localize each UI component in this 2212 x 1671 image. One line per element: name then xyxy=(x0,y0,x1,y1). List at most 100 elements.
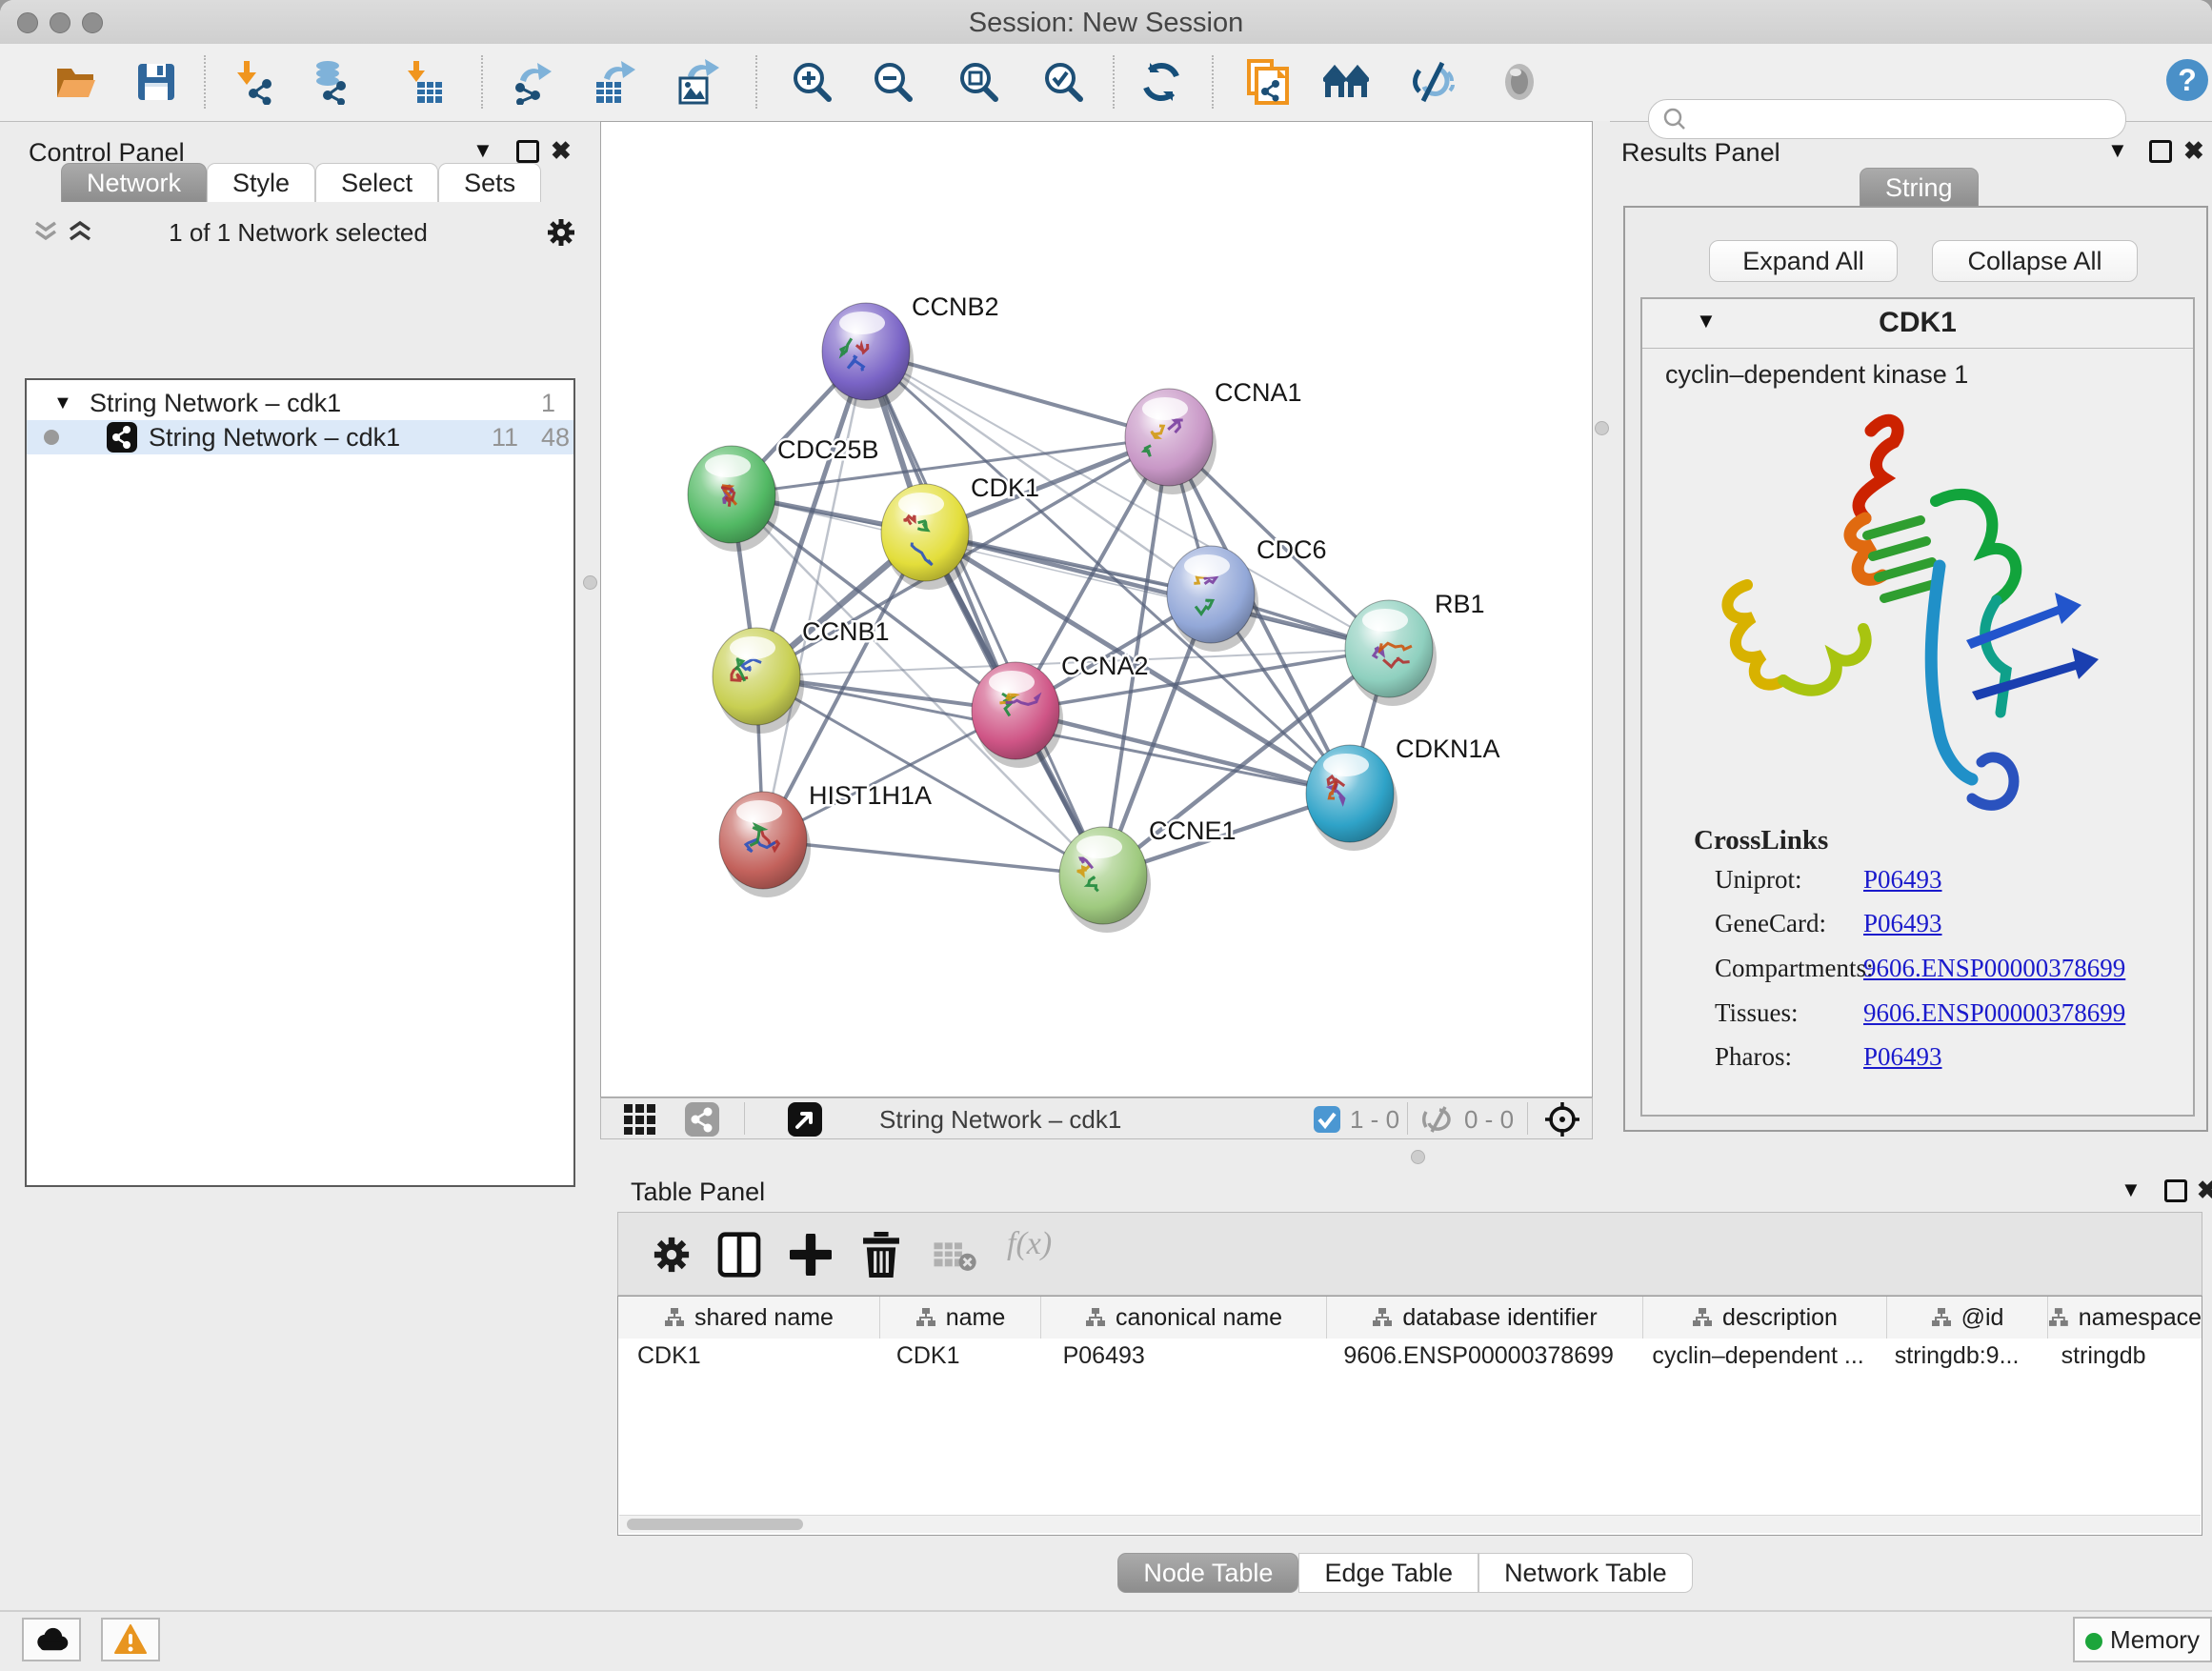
tab-network-table[interactable]: Network Table xyxy=(1478,1553,1693,1593)
import-table-icon[interactable] xyxy=(400,59,446,105)
close-panel-icon[interactable]: ✖ xyxy=(551,136,572,166)
node-label-RB1: RB1 xyxy=(1435,590,1485,618)
toolbar-separator xyxy=(1212,55,1214,109)
table-options-gear-icon[interactable] xyxy=(651,1234,693,1276)
selected-checkbox-icon[interactable] xyxy=(1314,1106,1340,1133)
zoom-out-icon[interactable] xyxy=(870,59,915,105)
first-neighbors-icon[interactable] xyxy=(1323,59,1369,105)
crosslink-pharos-link[interactable]: P06493 xyxy=(1863,1042,1942,1072)
export-network-icon[interactable] xyxy=(509,59,554,105)
show-columns-icon[interactable] xyxy=(717,1232,761,1278)
birds-eye-view-icon[interactable] xyxy=(788,1102,822,1137)
table-row[interactable]: CDK1 CDK1 P06493 9606.ENSP00000378699 cy… xyxy=(618,1339,2202,1373)
horizontal-splitter-handle[interactable] xyxy=(1411,1150,1425,1164)
memory-button[interactable]: Memory xyxy=(2073,1617,2212,1662)
gene-header[interactable]: ▼ CDK1 xyxy=(1642,299,2193,349)
function-builder-icon: f(x) xyxy=(1007,1226,1052,1262)
open-session-icon[interactable] xyxy=(52,59,98,105)
status-bar: Memory xyxy=(0,1610,2212,1671)
export-image-icon[interactable] xyxy=(674,59,720,105)
expand-all-button[interactable]: Expand All xyxy=(1709,240,1898,282)
close-panel-icon[interactable]: ✖ xyxy=(2183,136,2204,166)
import-network-icon[interactable] xyxy=(231,59,276,105)
float-panel-icon[interactable] xyxy=(2164,1179,2187,1209)
float-panel-icon[interactable] xyxy=(2149,140,2172,170)
hidden-eye-icon xyxy=(1422,1106,1457,1133)
network-node-CCNA1[interactable]: CCNA1 xyxy=(1125,378,1302,494)
hierarchy-icon xyxy=(1931,1307,1952,1328)
network-node-CDK1[interactable]: CDK1 xyxy=(881,473,1039,590)
import-database-icon[interactable] xyxy=(305,59,351,105)
delete-column-trash-icon[interactable] xyxy=(860,1232,902,1278)
column-header[interactable]: name xyxy=(880,1297,1041,1339)
crosslink-tissues-link[interactable]: 9606.ENSP00000378699 xyxy=(1863,998,2125,1028)
column-header[interactable]: namespace xyxy=(2048,1297,2202,1339)
crosslink-uniprot-link[interactable]: P06493 xyxy=(1863,865,1942,895)
network-row[interactable]: String Network – cdk1 11 48 xyxy=(27,420,573,454)
save-session-icon[interactable] xyxy=(133,59,179,105)
tab-sets[interactable]: Sets xyxy=(438,163,541,202)
collapse-all-button[interactable]: Collapse All xyxy=(1932,240,2138,282)
network-node-CDKN1A[interactable]: CDKN1A xyxy=(1306,735,1500,851)
collapse-panel-icon[interactable]: ▼ xyxy=(473,138,493,163)
collection-expand-icon[interactable]: ▼ xyxy=(53,386,72,420)
column-header[interactable]: database identifier xyxy=(1327,1297,1643,1339)
node-label-HIST1H1A: HIST1H1A xyxy=(809,781,932,810)
crosslink-label: Pharos: xyxy=(1715,1042,1792,1072)
close-panel-icon[interactable]: ✖ xyxy=(2197,1176,2212,1205)
grid-view-icon[interactable] xyxy=(624,1104,656,1135)
tab-network[interactable]: Network xyxy=(61,163,207,202)
create-column-plus-icon[interactable] xyxy=(790,1234,832,1276)
network-collection-row[interactable]: ▼ String Network – cdk1 1 xyxy=(27,386,573,420)
collapse-panel-icon[interactable]: ▼ xyxy=(2107,138,2128,163)
tab-style[interactable]: Style xyxy=(207,163,315,202)
refresh-icon[interactable] xyxy=(1138,59,1184,105)
vertical-splitter[interactable] xyxy=(1593,121,1610,1139)
network-node-CDC6[interactable]: CDC6 xyxy=(1167,535,1327,652)
hide-selected-icon[interactable] xyxy=(1410,59,1456,105)
fit-selected-crosshair-icon[interactable] xyxy=(1544,1101,1580,1137)
svg-text:?: ? xyxy=(2178,63,2197,97)
duplicate-network-icon[interactable] xyxy=(1243,59,1289,105)
node-table[interactable]: shared name name canonical name database… xyxy=(617,1296,2202,1536)
export-table-icon[interactable] xyxy=(591,59,636,105)
node-label-CDK1: CDK1 xyxy=(971,473,1039,502)
help-icon[interactable]: ? xyxy=(2164,57,2210,103)
collapse-panel-icon[interactable]: ▼ xyxy=(2121,1178,2142,1202)
network-canvas[interactable]: CCNB2CCNA1CDC25BCDK1CDC6RB1CCNB1CCNA2CDK… xyxy=(600,121,1593,1097)
tab-edge-table[interactable]: Edge Table xyxy=(1298,1553,1478,1593)
network-node-RB1[interactable]: RB1 xyxy=(1345,590,1485,706)
toolbar-separator xyxy=(481,55,483,109)
network-options-gear-icon[interactable] xyxy=(545,216,577,249)
vertical-splitter-handle[interactable] xyxy=(1595,421,1609,435)
column-header[interactable]: shared name xyxy=(618,1297,880,1339)
crosslink-genecard-link[interactable]: P06493 xyxy=(1863,909,1942,938)
network-node-CCNE1[interactable]: CCNE1 xyxy=(1059,816,1237,933)
left-splitter-handle[interactable] xyxy=(583,575,597,590)
scrollbar-thumb[interactable] xyxy=(627,1519,803,1530)
column-header[interactable]: @id xyxy=(1887,1297,2048,1339)
warnings-button[interactable] xyxy=(101,1618,160,1661)
zoom-fit-icon[interactable] xyxy=(955,59,1001,105)
tab-string[interactable]: String xyxy=(1860,168,1979,207)
show-all-icon[interactable] xyxy=(1497,59,1542,105)
column-header[interactable]: description xyxy=(1643,1297,1887,1339)
tab-select[interactable]: Select xyxy=(315,163,438,202)
network-node-HIST1H1A[interactable]: HIST1H1A xyxy=(719,781,932,897)
node-label-CDC25B: CDC25B xyxy=(777,435,879,464)
network-thumbnail-icon[interactable] xyxy=(685,1102,719,1137)
node-label-CCNA1: CCNA1 xyxy=(1215,378,1302,407)
column-header[interactable]: canonical name xyxy=(1041,1297,1327,1339)
cloud-button[interactable] xyxy=(22,1618,81,1661)
netbar-separator xyxy=(744,1102,745,1135)
netbar-separator xyxy=(1527,1102,1528,1135)
network-status-dot xyxy=(44,430,59,445)
crosslink-label: GeneCard: xyxy=(1715,909,1826,938)
table-horizontal-scrollbar[interactable] xyxy=(619,1515,2201,1533)
crosslink-compartments-link[interactable]: 9606.ENSP00000378699 xyxy=(1863,954,2125,983)
zoom-selected-icon[interactable] xyxy=(1040,59,1086,105)
zoom-in-icon[interactable] xyxy=(789,59,835,105)
network-name: String Network – cdk1 xyxy=(149,420,400,454)
tab-node-table[interactable]: Node Table xyxy=(1117,1553,1298,1593)
window-title: Session: New Session xyxy=(0,8,2212,39)
